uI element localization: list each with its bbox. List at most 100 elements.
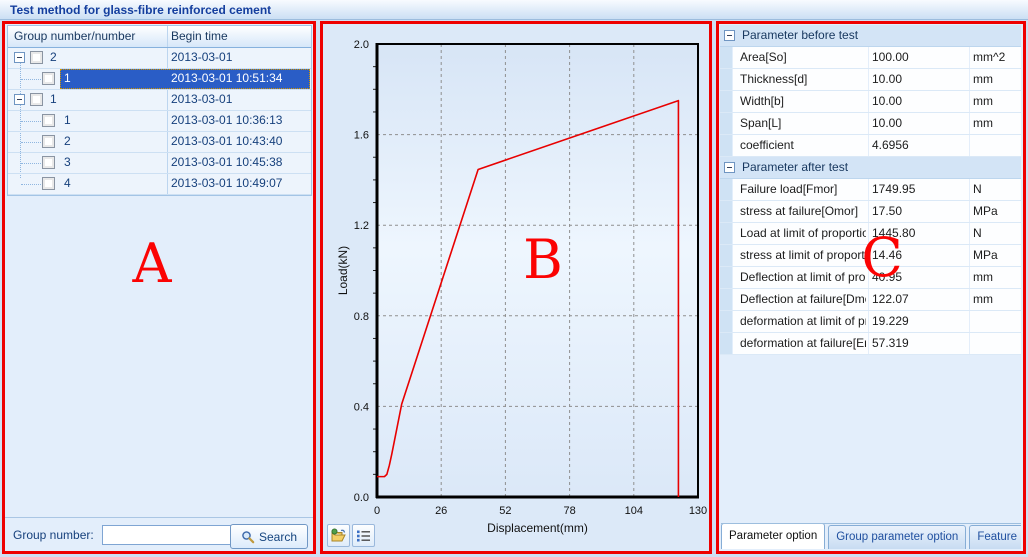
column-divider <box>868 135 869 156</box>
x-tick-label: 78 <box>563 505 575 517</box>
parameter-unit: MPa <box>973 204 998 218</box>
test-number-cell: 1 <box>64 113 71 127</box>
row-gutter <box>720 179 733 200</box>
load-displacement-chart: 02652781041300.00.40.81.21.62.0Displacem… <box>323 24 709 545</box>
column-divider <box>969 135 970 156</box>
tree-connector-stub <box>21 142 41 143</box>
collapse-icon[interactable] <box>724 162 735 173</box>
column-divider <box>868 179 869 200</box>
tree-connector-stub <box>21 163 41 164</box>
table-row[interactable]: 22013-03-01 10:43:40 <box>8 132 311 153</box>
column-divider <box>167 153 168 173</box>
parameter-row[interactable]: deformation at failure[Emor] 57.319 <box>720 333 1021 355</box>
parameter-row[interactable]: coefficient4.6956 <box>720 135 1021 157</box>
checkbox[interactable] <box>42 72 55 85</box>
search-bar-divider <box>5 517 313 518</box>
group-number-input[interactable] <box>102 525 233 545</box>
parameter-row[interactable]: Span[L]10.00mm <box>720 113 1021 135</box>
parameter-row[interactable]: Failure load[Fmor]1749.95N <box>720 179 1021 201</box>
column-header-group-number[interactable]: Group number/number <box>14 29 135 43</box>
column-divider <box>868 201 869 222</box>
y-tick-label: 2.0 <box>354 39 369 51</box>
x-tick-label: 52 <box>499 505 511 517</box>
test-number-cell: 3 <box>64 155 71 169</box>
row-gutter <box>720 201 733 222</box>
parameter-value: 10.00 <box>872 72 967 86</box>
table-row[interactable]: 12013-03-01 <box>8 90 311 111</box>
parameter-tab-bar: Parameter optionGroup parameter optionFe… <box>721 523 1021 549</box>
column-divider <box>969 91 970 112</box>
search-button-label: Search <box>259 530 297 544</box>
group-number-cell: 2 <box>50 50 57 64</box>
tab-parameter-option[interactable]: Parameter option <box>721 523 825 549</box>
open-folder-button[interactable] <box>327 524 350 547</box>
parameter-name: Deflection at failure[Dmor] <box>740 292 866 306</box>
table-header[interactable]: Group number/number Begin time <box>8 26 311 48</box>
checkbox[interactable] <box>30 93 43 106</box>
group-tree-table: Group number/number Begin time 22013-03-… <box>7 25 312 196</box>
search-bar: Group number: Search <box>5 519 313 551</box>
parameter-value: 4.6956 <box>872 138 967 152</box>
x-tick-label: 104 <box>625 505 643 517</box>
y-axis-label: Load(kN) <box>336 246 350 295</box>
x-axis-label: Displacement(mm) <box>487 521 588 535</box>
parameter-row[interactable]: deformation at limit of propo...19.229 <box>720 311 1021 333</box>
table-row[interactable]: 4 2013-03-01 10:49:07 <box>8 174 311 195</box>
parameter-value: 10.00 <box>872 94 967 108</box>
parameter-value: 1749.95 <box>872 182 967 196</box>
parameter-unit: mm <box>973 116 993 130</box>
checkbox[interactable] <box>42 156 55 169</box>
collapse-icon[interactable] <box>14 52 25 63</box>
column-divider <box>969 69 970 90</box>
section-header[interactable]: Parameter before test <box>720 25 1021 47</box>
y-tick-label: 0.0 <box>354 492 369 504</box>
table-row[interactable]: 32013-03-01 10:45:38 <box>8 153 311 174</box>
table-row[interactable]: 22013-03-01 <box>8 48 311 69</box>
column-divider <box>167 26 168 47</box>
annotation-letter-a: A <box>133 237 172 291</box>
list-view-button[interactable] <box>352 524 375 547</box>
y-tick-label: 0.4 <box>354 401 369 413</box>
checkbox[interactable] <box>42 114 55 127</box>
checkbox[interactable] <box>42 177 55 190</box>
parameter-row[interactable]: Thickness[d]10.00mm <box>720 69 1021 91</box>
open-folder-icon <box>330 528 347 543</box>
table-row[interactable]: 12013-03-01 10:36:13 <box>8 111 311 132</box>
x-tick-label: 26 <box>435 505 447 517</box>
parameter-unit: mm <box>973 94 993 108</box>
section-header[interactable]: Parameter after test <box>720 157 1021 179</box>
parameter-value: 57.319 <box>872 336 967 350</box>
tab-feature[interactable]: Feature <box>969 525 1021 549</box>
column-header-begin-time[interactable]: Begin time <box>171 29 228 43</box>
row-gutter <box>720 333 733 354</box>
parameter-name: deformation at failure[Emor] <box>740 336 866 350</box>
parameter-row[interactable]: Area[So]100.00mm^2 <box>720 47 1021 69</box>
column-divider <box>868 333 869 354</box>
test-number-cell: 4 <box>64 176 71 190</box>
column-divider <box>969 311 970 332</box>
table-row[interactable]: 12013-03-01 10:51:34 <box>8 69 311 90</box>
begin-time-cell: 2013-03-01 10:51:34 <box>171 71 282 85</box>
parameter-row[interactable]: Deflection at failure[Dmor]122.07mm <box>720 289 1021 311</box>
x-tick-label: 130 <box>689 505 707 517</box>
parameter-value: 122.07 <box>872 292 967 306</box>
column-divider <box>868 113 869 134</box>
parameter-value: 17.50 <box>872 204 967 218</box>
checkbox[interactable] <box>30 51 43 64</box>
search-button[interactable]: Search <box>230 524 308 549</box>
column-divider <box>167 48 168 68</box>
begin-time-cell: 2013-03-01 10:49:07 <box>171 176 282 190</box>
parameter-unit: N <box>973 182 982 196</box>
y-tick-label: 1.2 <box>354 220 369 232</box>
panel-a-test-list: Group number/number Begin time 22013-03-… <box>2 21 316 554</box>
parameter-table: Parameter before testArea[So]100.00mm^2T… <box>720 25 1021 355</box>
collapse-icon[interactable] <box>14 94 25 105</box>
parameter-row[interactable]: Width[b]10.00mm <box>720 91 1021 113</box>
tree-connector-stub <box>21 121 41 122</box>
collapse-icon[interactable] <box>724 30 735 41</box>
tab-group-parameter-option[interactable]: Group parameter option <box>828 525 966 549</box>
checkbox[interactable] <box>42 135 55 148</box>
parameter-row[interactable]: stress at failure[Omor]17.50MPa <box>720 201 1021 223</box>
column-divider <box>868 289 869 310</box>
test-number-cell: 2 <box>64 134 71 148</box>
